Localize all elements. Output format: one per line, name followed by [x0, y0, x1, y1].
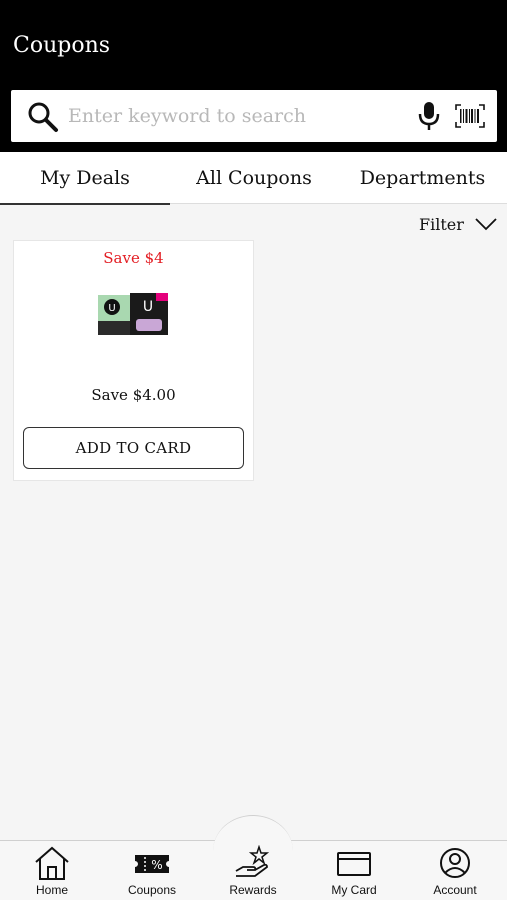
nav-home-label: Home [35, 883, 68, 897]
coupon-card[interactable]: Save $4 U U Save $4.00 ADD TO CARD [13, 240, 254, 481]
nav-coupons-label: Coupons [127, 883, 177, 897]
chevron-down-icon [475, 218, 497, 231]
nav-my-card-label: My Card [331, 883, 377, 897]
nav-account[interactable]: Account [405, 840, 505, 900]
nav-rewards-label: Rewards [229, 883, 277, 897]
nav-home[interactable]: Home [2, 840, 102, 900]
tab-all-coupons[interactable]: All Coupons [170, 152, 338, 204]
page-title: Coupons [13, 33, 111, 58]
filter-label: Filter [419, 214, 464, 234]
account-icon [440, 848, 470, 878]
home-icon [35, 846, 69, 880]
search-icon[interactable] [27, 101, 59, 133]
tab-departments[interactable]: Departments [338, 152, 507, 204]
tab-my-deals[interactable]: My Deals [0, 152, 170, 205]
coupon-save-label: Save $4 [103, 249, 164, 267]
rewards-hand-star-icon [235, 845, 270, 877]
coupon-save-amount: Save $4.00 [91, 386, 176, 404]
add-to-card-button[interactable]: ADD TO CARD [23, 427, 244, 469]
nav-account-label: Account [433, 883, 477, 897]
product-image: U U [98, 293, 168, 335]
svg-text:%: % [151, 858, 162, 872]
nav-my-card[interactable]: My Card [304, 840, 404, 900]
svg-text:U: U [143, 299, 153, 315]
microphone-icon[interactable] [415, 100, 443, 132]
svg-text:U: U [108, 303, 115, 314]
app-header: Coupons [0, 0, 507, 152]
barcode-scan-icon[interactable] [455, 104, 485, 128]
coupon-ticket-icon: % [135, 855, 169, 873]
nav-rewards[interactable]: Rewards [203, 840, 303, 900]
search-bar[interactable] [11, 90, 497, 142]
search-input[interactable] [68, 102, 398, 130]
tab-bar: My Deals All Coupons Departments [0, 152, 507, 205]
filter-button[interactable]: Filter [419, 211, 498, 237]
nav-coupons[interactable]: % Coupons [102, 840, 202, 900]
card-icon [337, 852, 371, 876]
